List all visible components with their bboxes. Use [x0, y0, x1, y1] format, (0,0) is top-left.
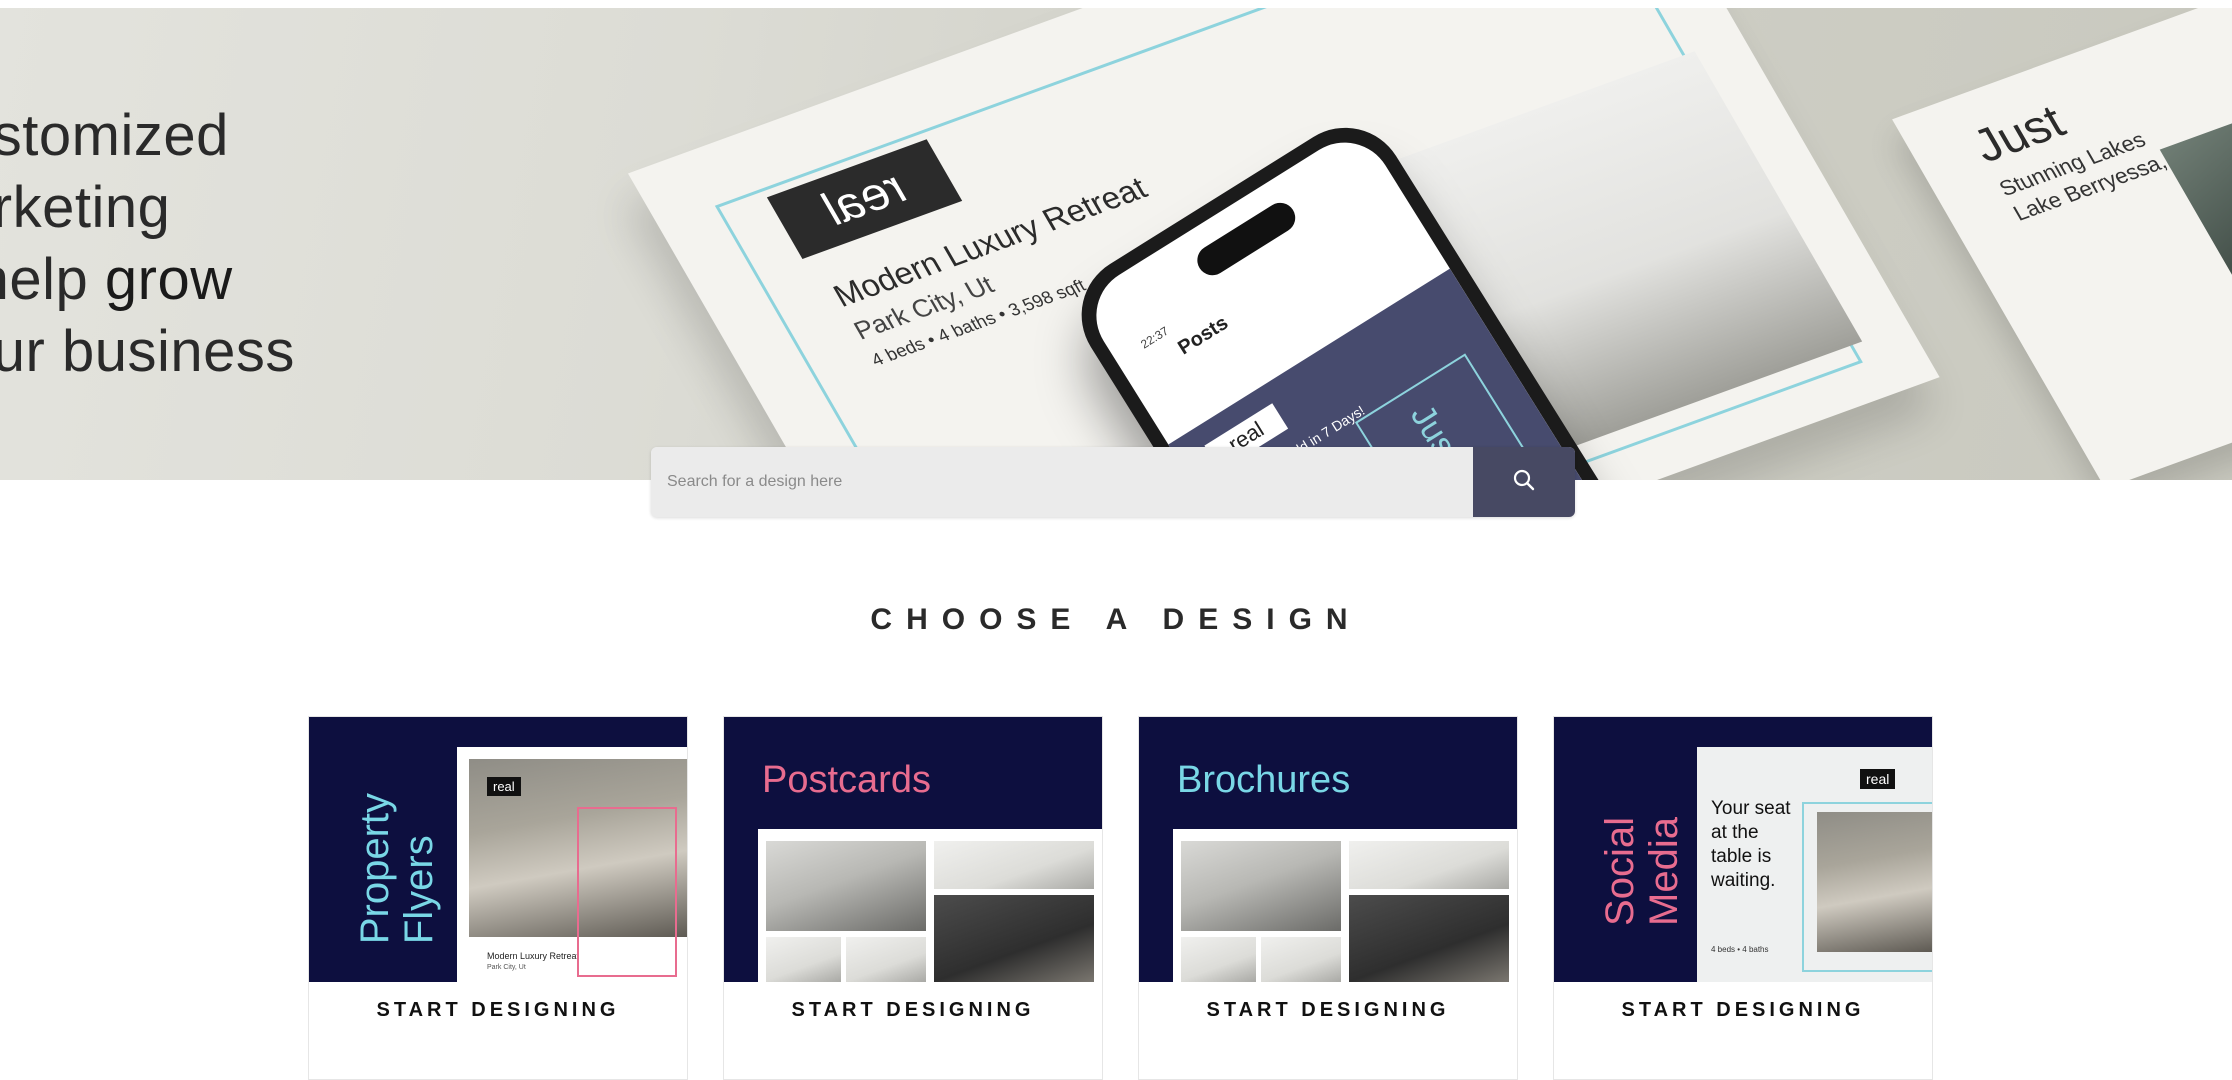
- design-cards: Property Flyers real Modern Luxury Retre…: [308, 716, 1933, 1080]
- card-art: Postcards: [724, 717, 1102, 982]
- search-button[interactable]: [1473, 447, 1575, 517]
- social-preview: real Your seat at the table is waiting. …: [1697, 747, 1932, 982]
- flyer-preview: real Modern Luxury Retreat Park City, Ut: [457, 747, 687, 982]
- start-designing-button[interactable]: START DESIGNING: [1554, 999, 1932, 1022]
- postcard-photo-2: [934, 841, 1094, 889]
- start-designing-button[interactable]: START DESIGNING: [724, 999, 1102, 1022]
- search-bar: [651, 447, 1575, 517]
- flyer-preview-sub: Park City, Ut: [487, 964, 526, 971]
- social-preview-photo: [1817, 812, 1932, 952]
- lake-card-mockup: Just Stunning Lakes Lake Berryessa, Ca: [1892, 8, 2232, 480]
- social-preview-text: Your seat at the table is waiting.: [1711, 798, 1791, 891]
- lake-card-photo: [2159, 19, 2232, 344]
- phone-notch: [1191, 197, 1301, 281]
- hero-banner: real Modern Luxury Retreat Park City, Ut…: [0, 8, 2232, 480]
- headline-line-3: help grow: [0, 244, 360, 316]
- card-art: Brochures: [1139, 717, 1517, 982]
- brochure-photo-2: [1349, 841, 1509, 889]
- flyer-preview-title: Modern Luxury Retreat: [487, 951, 580, 961]
- postcard-photo-1: [766, 841, 926, 931]
- card-art: Social Media real Your seat at the table…: [1554, 717, 1932, 982]
- search-input[interactable]: [651, 447, 1474, 517]
- card-title: Social Media: [1598, 817, 1686, 926]
- brochure-photo-5: [1349, 895, 1509, 982]
- headline-line-4: our business: [0, 319, 295, 384]
- social-preview-logo: real: [1860, 769, 1896, 789]
- flyer-preview-logo: real: [487, 777, 521, 796]
- search-icon: [1513, 469, 1535, 496]
- card-property-flyers[interactable]: Property Flyers real Modern Luxury Retre…: [308, 716, 688, 1080]
- section-title: CHOOSE A DESIGN: [870, 603, 1362, 636]
- card-title: Postcards: [762, 759, 931, 801]
- card-title: Brochures: [1177, 759, 1351, 801]
- brochure-photo-4: [1261, 937, 1341, 982]
- postcard-photo-5: [934, 895, 1094, 982]
- card-title-line2: Flyers: [397, 835, 441, 945]
- postcard-photo-4: [846, 937, 926, 982]
- card-title-line2: Media: [1642, 817, 1686, 926]
- headline-accent: grow: [104, 247, 233, 312]
- brochure-preview: [1173, 829, 1517, 982]
- social-preview-specs: 4 beds • 4 baths: [1711, 945, 1769, 954]
- start-designing-button[interactable]: START DESIGNING: [309, 999, 687, 1022]
- card-art: Property Flyers real Modern Luxury Retre…: [309, 717, 687, 982]
- card-title-line1: Property: [353, 793, 397, 945]
- headline-line-2: arketing: [0, 175, 171, 240]
- hero-mockup-scene: real Modern Luxury Retreat Park City, Ut…: [520, 8, 2232, 480]
- card-title-line1: Social: [1598, 817, 1642, 926]
- brochure-photo-3: [1181, 937, 1256, 982]
- card-title: Property Flyers: [353, 793, 441, 944]
- postcard-photo-3: [766, 937, 841, 982]
- brochure-photo-1: [1181, 841, 1341, 931]
- card-brochures[interactable]: Brochures START DESIGNING: [1138, 716, 1518, 1080]
- hero-headline: ustomized arketing help grow our busines…: [0, 100, 360, 388]
- postcard-preview: [758, 829, 1102, 982]
- flyer-preview-accent: [577, 807, 677, 977]
- headline-line-1: ustomized: [0, 103, 229, 168]
- card-postcards[interactable]: Postcards START DESIGNING: [723, 716, 1103, 1080]
- headline-line-3-text: help: [0, 247, 89, 312]
- card-social-media[interactable]: Social Media real Your seat at the table…: [1553, 716, 1933, 1080]
- phone-time: 22:37: [1138, 323, 1172, 352]
- phone-posts-title: Posts: [1174, 311, 1233, 360]
- start-designing-button[interactable]: START DESIGNING: [1139, 999, 1517, 1022]
